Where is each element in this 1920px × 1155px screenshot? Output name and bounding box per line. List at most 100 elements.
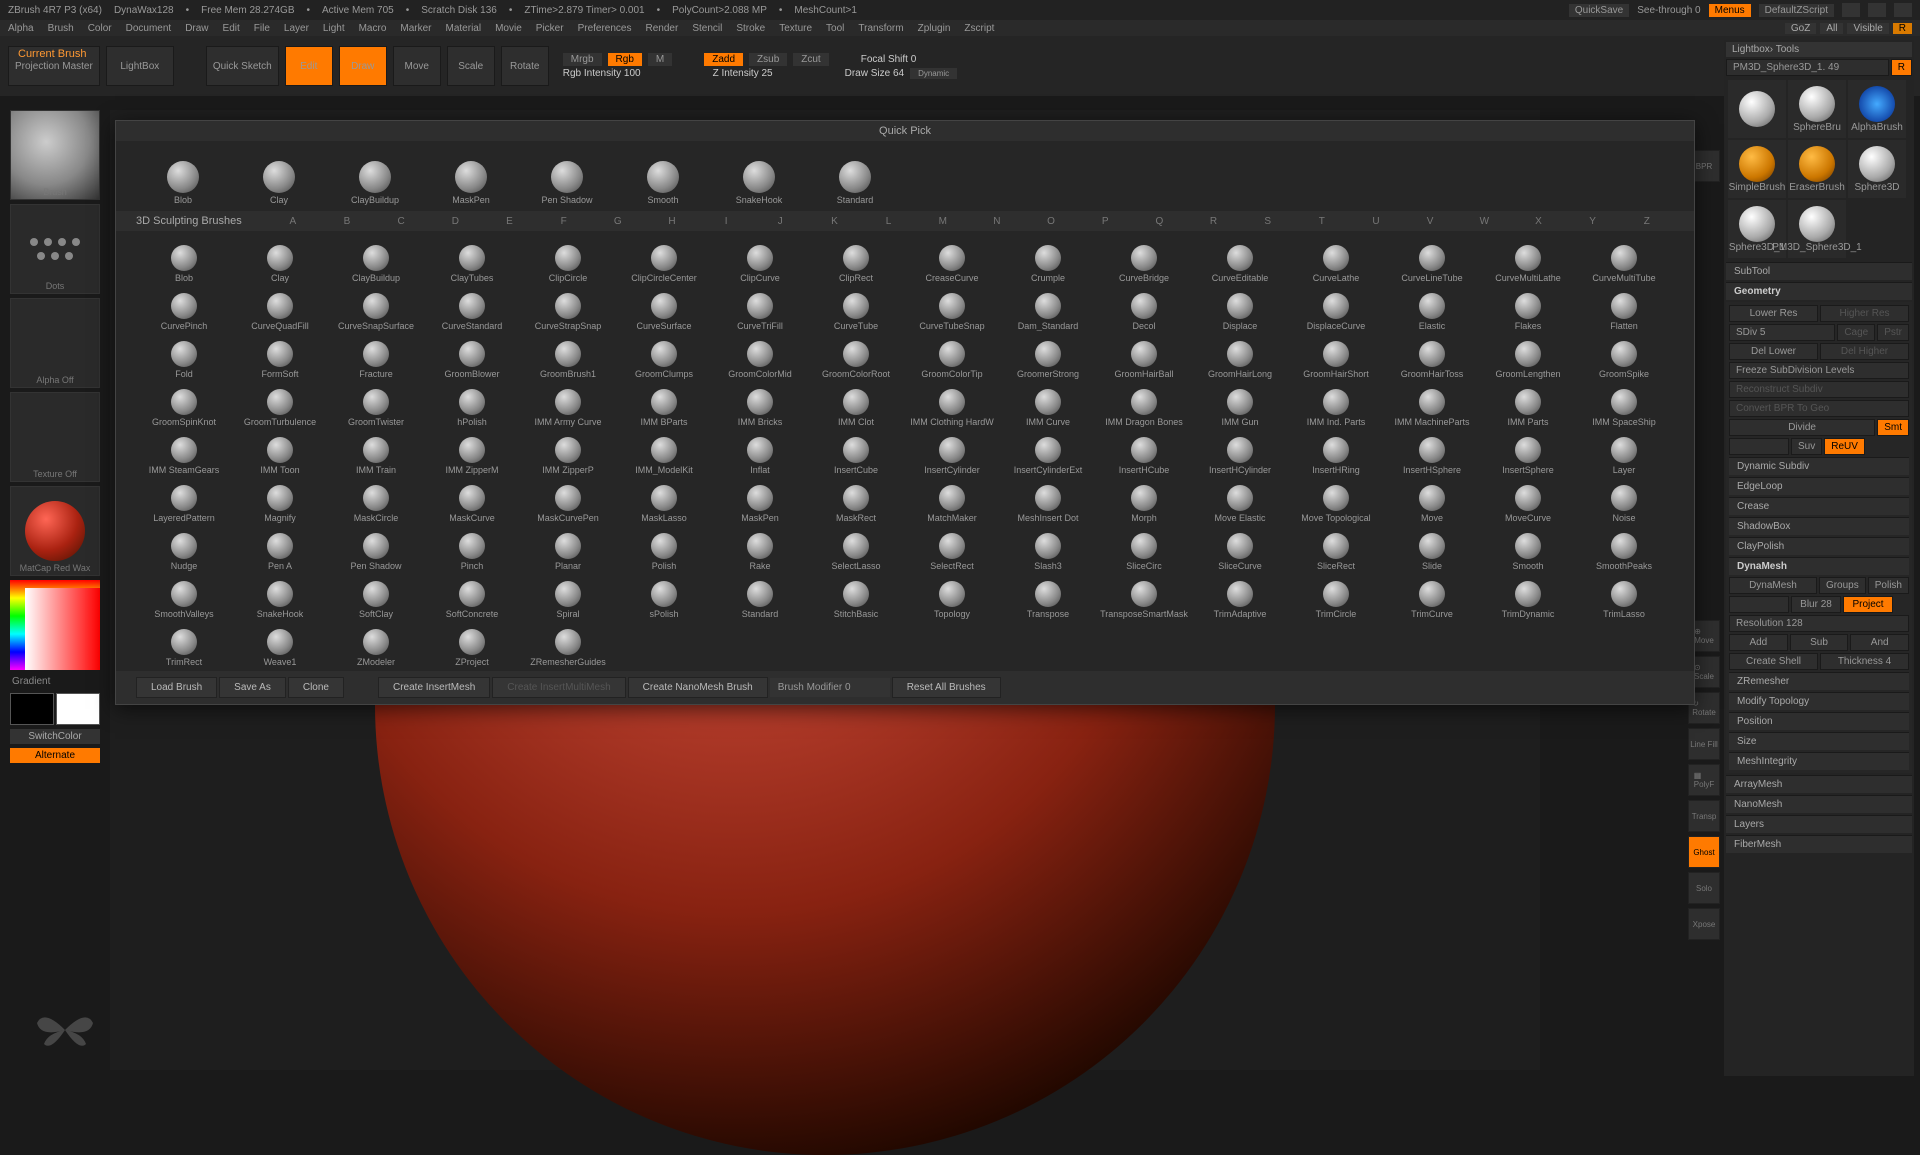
brush-cell[interactable]: CurveLathe [1288, 235, 1384, 283]
color-picker[interactable] [10, 580, 100, 670]
alpha-filter[interactable]: P [1083, 216, 1127, 227]
saveas-button[interactable]: Save As [219, 677, 286, 698]
alternate-button[interactable]: Alternate [10, 748, 100, 763]
crease-accordion[interactable]: Crease [1729, 497, 1909, 515]
menu-item[interactable]: Color [88, 23, 112, 34]
convert-bpr-button[interactable]: Convert BPR To Geo [1729, 400, 1909, 417]
m-button[interactable]: M [648, 53, 672, 66]
brush-cell[interactable]: DisplaceCurve [1288, 283, 1384, 331]
tool-item[interactable]: SphereBru [1788, 80, 1846, 138]
alpha-filter[interactable]: A [271, 216, 315, 227]
stroke-slot[interactable]: Dots [10, 204, 100, 294]
menu-item[interactable]: Texture [779, 23, 812, 34]
quickpick-brush[interactable]: SnakeHook [712, 147, 806, 205]
brush-cell[interactable]: IMM SteamGears [136, 427, 232, 475]
brush-cell[interactable]: IMM Army Curve [520, 379, 616, 427]
brush-cell[interactable]: IMM Train [328, 427, 424, 475]
scale-button[interactable]: Scale [447, 46, 495, 86]
del-higher-button[interactable]: Del Higher [1820, 343, 1909, 360]
menu-item[interactable]: File [254, 23, 270, 34]
transp-icon[interactable]: Transp [1688, 800, 1720, 832]
close-icon[interactable] [1894, 3, 1912, 17]
menu-item[interactable]: Draw [185, 23, 208, 34]
brush-cell[interactable]: TrimAdaptive [1192, 571, 1288, 619]
brush-cell[interactable]: IMM_ModelKit [616, 427, 712, 475]
brush-cell[interactable]: Magnify [232, 475, 328, 523]
brush-cell[interactable]: CurveQuadFill [232, 283, 328, 331]
menu-item[interactable]: Layer [284, 23, 309, 34]
quickpick-brush[interactable]: Clay [232, 147, 326, 205]
brush-cell[interactable]: Dam_Standard [1000, 283, 1096, 331]
quickpick-brush[interactable]: Pen Shadow [520, 147, 614, 205]
brush-cell[interactable]: CurveStandard [424, 283, 520, 331]
reuv-toggle[interactable]: ReUV [1824, 438, 1865, 455]
texture-slot[interactable]: Texture Off [10, 392, 100, 482]
menu-item[interactable]: Macro [359, 23, 387, 34]
brush-cell[interactable]: SliceRect [1288, 523, 1384, 571]
brush-cell[interactable]: Crumple [1000, 235, 1096, 283]
brush-cell[interactable]: GroomColorTip [904, 331, 1000, 379]
quickpick-brush[interactable]: Blob [136, 147, 230, 205]
alpha-filter[interactable]: U [1354, 216, 1398, 227]
brush-cell[interactable]: GroomSpinKnot [136, 379, 232, 427]
alpha-filter[interactable]: H [650, 216, 694, 227]
zremesher-accordion[interactable]: ZRemesher [1729, 672, 1909, 690]
higher-res-button[interactable]: Higher Res [1820, 305, 1909, 322]
brush-cell[interactable]: ClayTubes [424, 235, 520, 283]
brush-cell[interactable]: InsertCylinder [904, 427, 1000, 475]
menu-item[interactable]: Stencil [692, 23, 722, 34]
brush-cell[interactable]: MaskLasso [616, 475, 712, 523]
reset-brushes-button[interactable]: Reset All Brushes [892, 677, 1001, 698]
menu-item[interactable]: Transform [858, 23, 903, 34]
tool-item[interactable]: EraserBrush [1788, 140, 1846, 198]
brush-cell[interactable]: IMM Toon [232, 427, 328, 475]
brush-cell[interactable]: IMM Bricks [712, 379, 808, 427]
brush-cell[interactable]: GroomLengthen [1480, 331, 1576, 379]
brush-slot[interactable]: Brush [10, 110, 100, 200]
quickpick-brush[interactable]: ClayBuildup [328, 147, 422, 205]
create-insertmesh-button[interactable]: Create InsertMesh [378, 677, 490, 698]
brush-cell[interactable]: IMM SpaceShip [1576, 379, 1672, 427]
brush-cell[interactable]: GroomSpike [1576, 331, 1672, 379]
brush-cell[interactable]: MaskRect [808, 475, 904, 523]
brush-cell[interactable]: Pen A [232, 523, 328, 571]
dynamesh-button[interactable]: DynaMesh [1729, 577, 1817, 594]
brush-cell[interactable]: Polish [616, 523, 712, 571]
brush-cell[interactable]: Clay [232, 235, 328, 283]
tool-item[interactable]: AlphaBrush [1848, 80, 1906, 138]
rotate-button[interactable]: Rotate [501, 46, 549, 86]
brush-cell[interactable]: MatchMaker [904, 475, 1000, 523]
brush-cell[interactable]: GroomerStrong [1000, 331, 1096, 379]
brush-cell[interactable]: sPolish [616, 571, 712, 619]
brush-cell[interactable]: Slash3 [1000, 523, 1096, 571]
menu-item[interactable]: Edit [223, 23, 240, 34]
tool-item[interactable]: SimpleBrush [1728, 140, 1786, 198]
brush-cell[interactable]: Fracture [328, 331, 424, 379]
alpha-filter[interactable]: J [758, 216, 802, 227]
brush-cell[interactable]: Transpose [1000, 571, 1096, 619]
brush-cell[interactable]: SelectRect [904, 523, 1000, 571]
tool-item[interactable] [1728, 80, 1786, 138]
brush-cell[interactable]: TrimDynamic [1480, 571, 1576, 619]
menu-item[interactable]: Marker [400, 23, 431, 34]
brush-cell[interactable]: FormSoft [232, 331, 328, 379]
brush-cell[interactable]: CurvePinch [136, 283, 232, 331]
brush-cell[interactable]: TrimCircle [1288, 571, 1384, 619]
brush-cell[interactable]: CurveTriFill [712, 283, 808, 331]
r-button[interactable]: R [1893, 23, 1912, 34]
create-nanomesh-button[interactable]: Create NanoMesh Brush [628, 677, 768, 698]
brush-cell[interactable]: hPolish [424, 379, 520, 427]
alpha-filter[interactable]: Y [1571, 216, 1615, 227]
quickpick-brush[interactable]: Standard [808, 147, 902, 205]
brush-cell[interactable]: MaskCircle [328, 475, 424, 523]
visible-button[interactable]: Visible [1847, 23, 1888, 34]
brush-cell[interactable]: IMM Curve [1000, 379, 1096, 427]
brush-cell[interactable]: Inflat [712, 427, 808, 475]
menu-item[interactable]: Picker [536, 23, 564, 34]
brush-cell[interactable]: GroomBrush1 [520, 331, 616, 379]
brush-cell[interactable]: ZModeler [328, 619, 424, 667]
brush-cell[interactable]: GroomHairBall [1096, 331, 1192, 379]
focal-shift-slider[interactable]: Focal Shift 0 [861, 54, 917, 65]
menu-item[interactable]: Alpha [8, 23, 34, 34]
minimize-icon[interactable] [1842, 3, 1860, 17]
